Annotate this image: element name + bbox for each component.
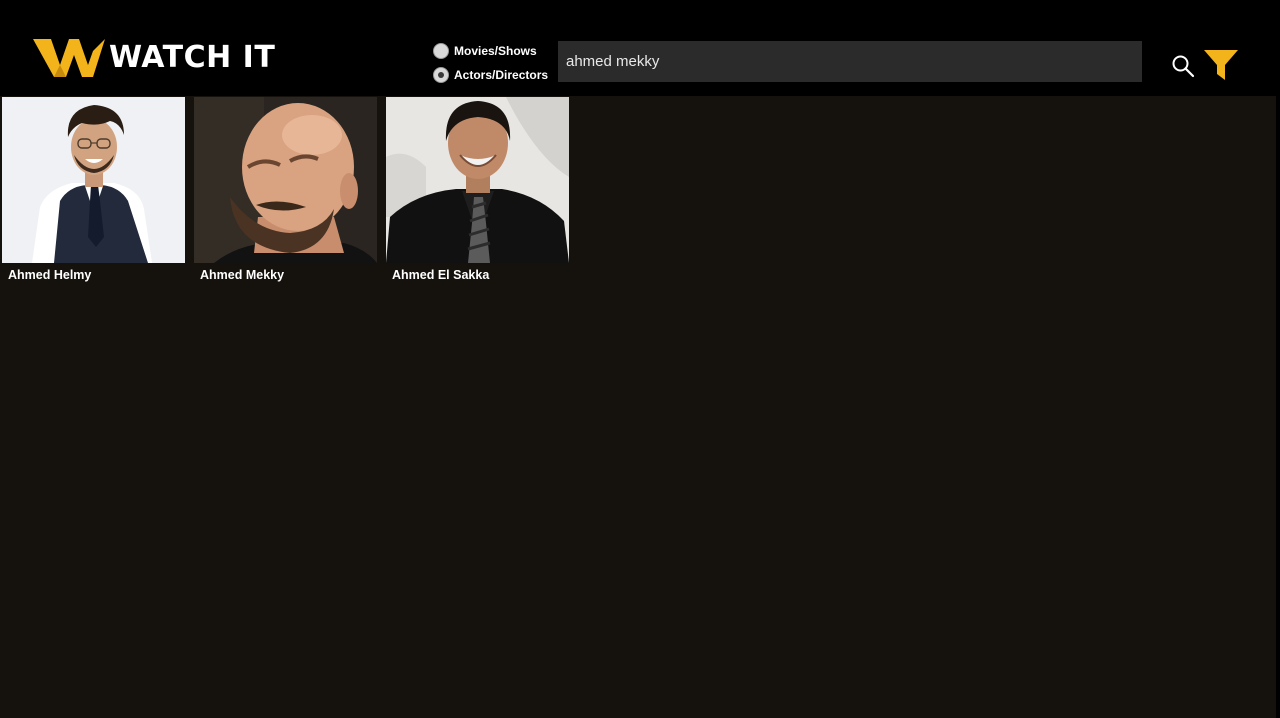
search-input[interactable]	[558, 41, 1142, 82]
filter-button[interactable]	[1203, 48, 1239, 82]
search-icon	[1172, 55, 1195, 78]
radio-movies-shows[interactable]: Movies/Shows	[433, 39, 548, 63]
radio-actors-directors[interactable]: Actors/Directors	[433, 63, 548, 87]
person-name[interactable]: Ahmed Helmy	[8, 268, 185, 282]
person-photo[interactable]	[386, 97, 569, 263]
person-name[interactable]: Ahmed El Sakka	[392, 268, 569, 282]
search-type-group: Movies/Shows Actors/Directors	[433, 39, 548, 87]
person-photo[interactable]	[194, 97, 377, 263]
person-card[interactable]: Ahmed Mekky	[194, 97, 377, 282]
header-bar: WATCH IT Movies/Shows Actors/Directors	[0, 0, 1280, 96]
search-button[interactable]	[1170, 53, 1196, 79]
results-grid: Ahmed Helmy Ahmed Mekky Ahmed El Sakka	[0, 96, 1276, 718]
radio-label-movies-shows: Movies/Shows	[454, 44, 537, 58]
logo-text: WATCH IT	[109, 40, 276, 75]
person-card[interactable]: Ahmed El Sakka	[386, 97, 569, 282]
person-name[interactable]: Ahmed Mekky	[200, 268, 377, 282]
watch-it-logo[interactable]: WATCH IT	[33, 37, 275, 79]
filter-icon	[1204, 50, 1238, 80]
radio-button-actors-directors[interactable]	[433, 67, 449, 83]
person-photo[interactable]	[2, 97, 185, 263]
logo-w-icon	[33, 39, 105, 77]
radio-button-movies-shows[interactable]	[433, 43, 449, 59]
person-card[interactable]: Ahmed Helmy	[2, 97, 185, 282]
radio-label-actors-directors: Actors/Directors	[454, 68, 549, 82]
app-window: WATCH IT Movies/Shows Actors/Directors a…	[0, 0, 1280, 718]
